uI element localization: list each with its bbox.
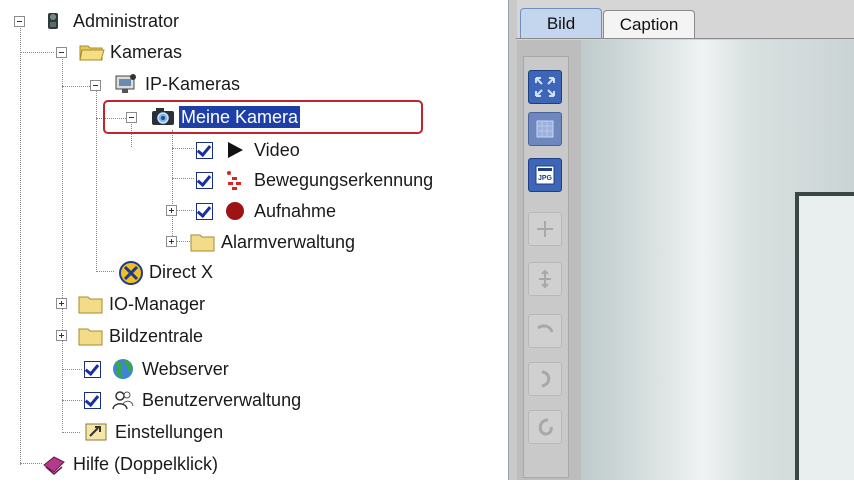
tree-connector: [172, 178, 194, 179]
play-icon: [223, 139, 247, 161]
tree-item-label: Direct X: [149, 262, 214, 282]
tree-connector: [62, 400, 82, 401]
tree-item-label: Alarmverwaltung: [221, 232, 356, 252]
users-icon: [111, 389, 135, 411]
tree-item-bewegungserkennung[interactable]: Bewegungserkennung: [196, 166, 435, 194]
camera-image-preview[interactable]: [581, 40, 854, 480]
collapse-toggle[interactable]: [14, 16, 25, 27]
tree-connector: [172, 130, 173, 242]
tree-connector: [20, 463, 42, 464]
expand-toggle[interactable]: [56, 330, 67, 341]
tree-item-label: Webserver: [142, 359, 229, 379]
rotate-flip-icon[interactable]: [528, 362, 562, 396]
collapse-toggle[interactable]: [56, 47, 67, 58]
folder-icon: [78, 325, 103, 347]
directx-icon: [118, 261, 143, 285]
tree-item-bildzentrale[interactable]: Bildzentrale: [78, 322, 205, 350]
fit-to-window-icon[interactable]: [528, 70, 562, 104]
tree-connector: [20, 52, 54, 53]
tree-item-label: Einstellungen: [115, 422, 224, 442]
tree-connector: [96, 85, 97, 270]
tree-connector: [172, 148, 194, 149]
tree-item-ip-kameras[interactable]: IP-Kameras: [114, 70, 242, 98]
checkbox-checked[interactable]: [84, 389, 106, 411]
tree-item-label: Bewegungserkennung: [254, 170, 434, 190]
tree-item-hilfe[interactable]: Hilfe (Doppelklick): [42, 450, 220, 478]
tree-item-label: IO-Manager: [109, 294, 206, 314]
tree-item-einstellungen[interactable]: Einstellungen: [84, 418, 225, 446]
tree-item-label: Benutzerverwaltung: [142, 390, 302, 410]
tree-item-video[interactable]: Video: [196, 136, 302, 164]
checkbox-checked[interactable]: [84, 358, 106, 380]
rotate-right-icon[interactable]: [528, 314, 562, 348]
settings-icon: [84, 421, 108, 443]
jpg-snapshot-icon[interactable]: JPG: [528, 158, 562, 192]
folder-open-icon: [79, 41, 105, 63]
expand-toggle[interactable]: [166, 236, 177, 247]
highlight-annotation: [103, 100, 423, 134]
tree-item-aufnahme[interactable]: Aufnahme: [196, 197, 338, 225]
folder-icon: [190, 231, 215, 253]
zoom-in-icon[interactable]: [528, 212, 562, 246]
tree-item-direct-x[interactable]: Direct X: [118, 258, 215, 286]
rotate-left-icon[interactable]: [528, 410, 562, 444]
checkbox-checked[interactable]: [196, 169, 218, 191]
tree-connector: [96, 271, 114, 272]
tree-item-administrator[interactable]: Administrator: [42, 7, 181, 35]
svg-text:JPG: JPG: [538, 175, 553, 182]
motion-detection-icon: [223, 169, 247, 191]
network-camera-icon: [114, 73, 138, 95]
tree-item-label: Hilfe (Doppelklick): [73, 454, 219, 474]
application-window: Administrator Kameras IP-Kameras Meine K…: [0, 0, 854, 489]
record-icon: [223, 200, 247, 222]
tab-caption[interactable]: Caption: [603, 10, 695, 38]
splitter[interactable]: [508, 0, 517, 489]
tree-item-label: Video: [254, 140, 300, 160]
globe-icon: [111, 358, 135, 380]
tree-item-label: Kameras: [110, 42, 183, 62]
tree-connector: [62, 432, 80, 433]
folder-icon: [78, 293, 103, 315]
tree-connector: [62, 369, 82, 370]
checkbox-checked[interactable]: [196, 200, 218, 222]
tree-item-benutzerverwaltung[interactable]: Benutzerverwaltung: [84, 386, 303, 414]
zoom-out-icon[interactable]: [528, 262, 562, 296]
tree-item-alarmverwaltung[interactable]: Alarmverwaltung: [190, 228, 357, 256]
administrator-icon: [42, 10, 66, 32]
expand-toggle[interactable]: [166, 205, 177, 216]
checkbox-checked[interactable]: [196, 139, 218, 161]
collapse-toggle[interactable]: [90, 80, 101, 91]
tree-item-label: IP-Kameras: [145, 74, 241, 94]
tree-connector: [62, 55, 63, 430]
tab-strip: [516, 38, 854, 39]
tree-item-label: Administrator: [73, 11, 180, 31]
tab-bild[interactable]: Bild: [520, 8, 602, 38]
tree-connector: [20, 25, 21, 465]
tree-connector: [62, 86, 90, 87]
help-book-icon: [42, 453, 66, 475]
tree-item-label: Aufnahme: [254, 201, 337, 221]
tree-item-kameras[interactable]: Kameras: [79, 38, 184, 66]
tree-item-webserver[interactable]: Webserver: [84, 355, 231, 383]
image-content: [795, 192, 854, 480]
fill-window-icon[interactable]: [528, 112, 562, 146]
tree-view: Administrator Kameras IP-Kameras Meine K…: [0, 0, 508, 489]
expand-toggle[interactable]: [56, 298, 67, 309]
tree-item-io-manager[interactable]: IO-Manager: [78, 290, 207, 318]
tree-item-label: Bildzentrale: [109, 326, 204, 346]
